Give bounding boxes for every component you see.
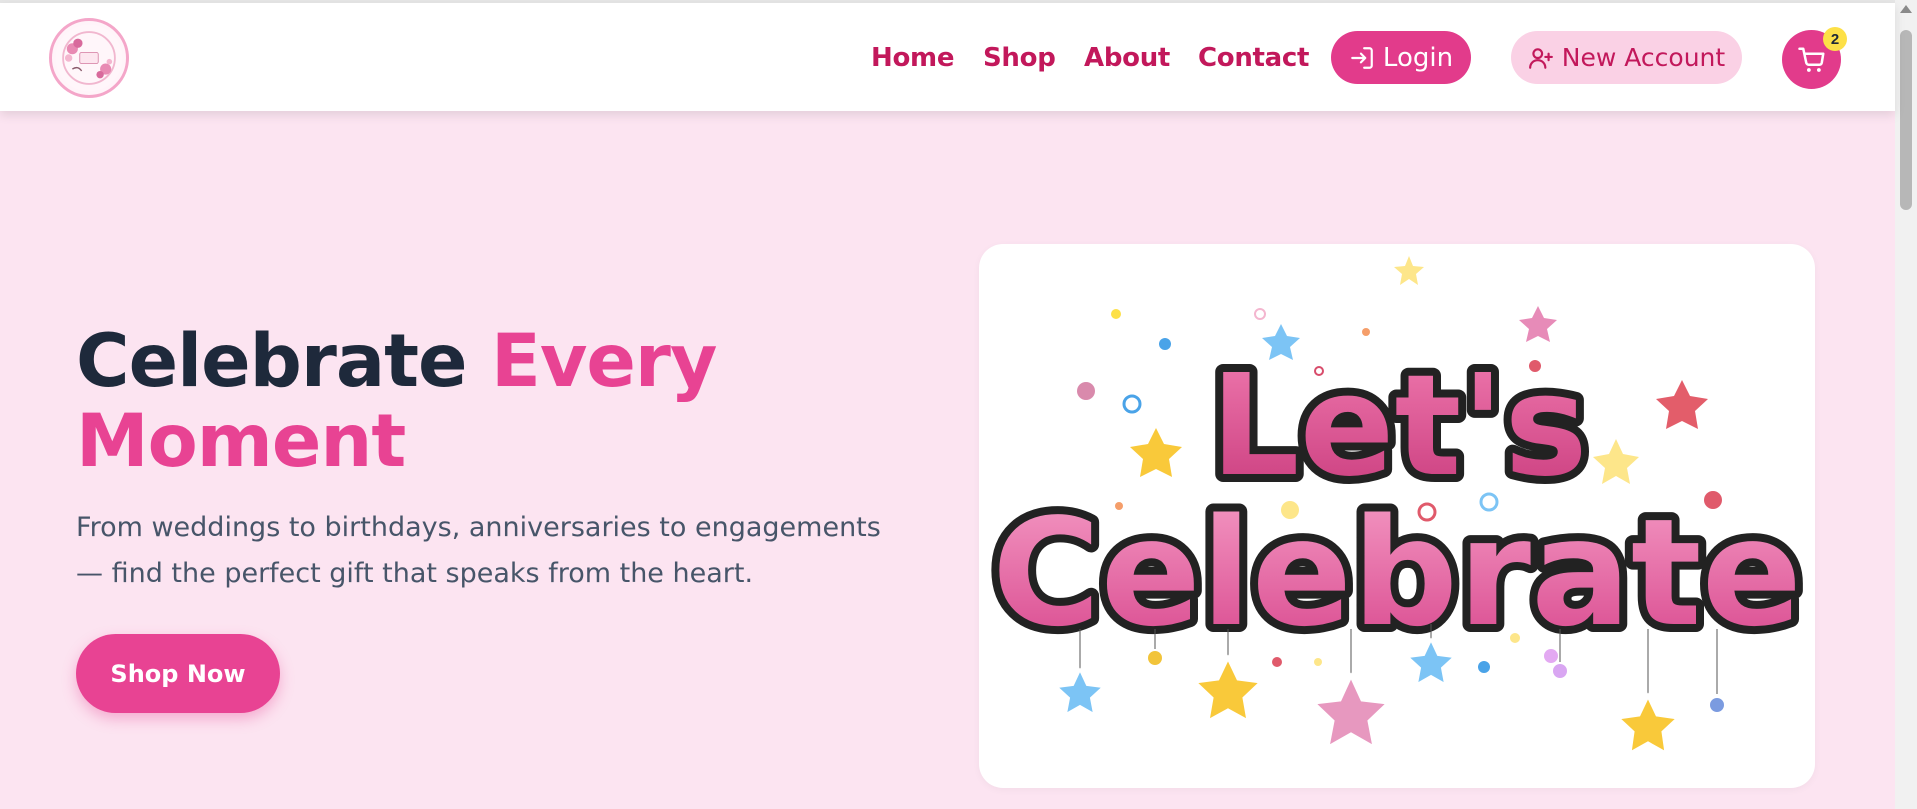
scroll-up-arrow-icon[interactable] [1900,5,1912,13]
user-plus-icon [1528,47,1553,69]
cart-icon [1797,47,1824,72]
login-arrow-icon [1351,46,1373,69]
site-header: Home Shop About Contact Login New Accoun… [0,3,1895,111]
login-label: Login [1382,42,1454,73]
login-button[interactable]: Login [1331,31,1471,84]
new-account-button[interactable]: New Account [1511,31,1742,84]
page-scrollbar[interactable] [1895,0,1917,809]
nav-shop[interactable]: Shop [983,43,1056,73]
hero-subtitle: From weddings to birthdays, anniversarie… [76,512,881,589]
hero-image-card: Let's Let's Celebrate Celebrate [979,244,1815,788]
lets-celebrate-illustration: Let's Let's Celebrate Celebrate [984,256,1810,756]
celebrate-text-fill: Celebrate [992,487,1802,659]
lets-text-art: Let's Let's [1202,337,1595,516]
lets-text-fill: Let's [1210,345,1587,508]
site-logo[interactable] [49,18,129,98]
nav-about[interactable]: About [1084,43,1170,73]
nav-home[interactable]: Home [871,43,954,73]
hero-title-part1: Celebrate [76,319,491,404]
celebrate-text-art: Celebrate Celebrate [984,479,1810,667]
scrollbar-thumb[interactable] [1900,30,1912,210]
logo-image [55,24,123,92]
new-account-label: New Account [1561,43,1726,72]
cart-count-badge: 2 [1823,27,1847,51]
nav-contact[interactable]: Contact [1198,43,1309,73]
shop-now-button[interactable]: Shop Now [76,634,280,713]
hero-title: Celebrate Every Moment [76,322,776,482]
